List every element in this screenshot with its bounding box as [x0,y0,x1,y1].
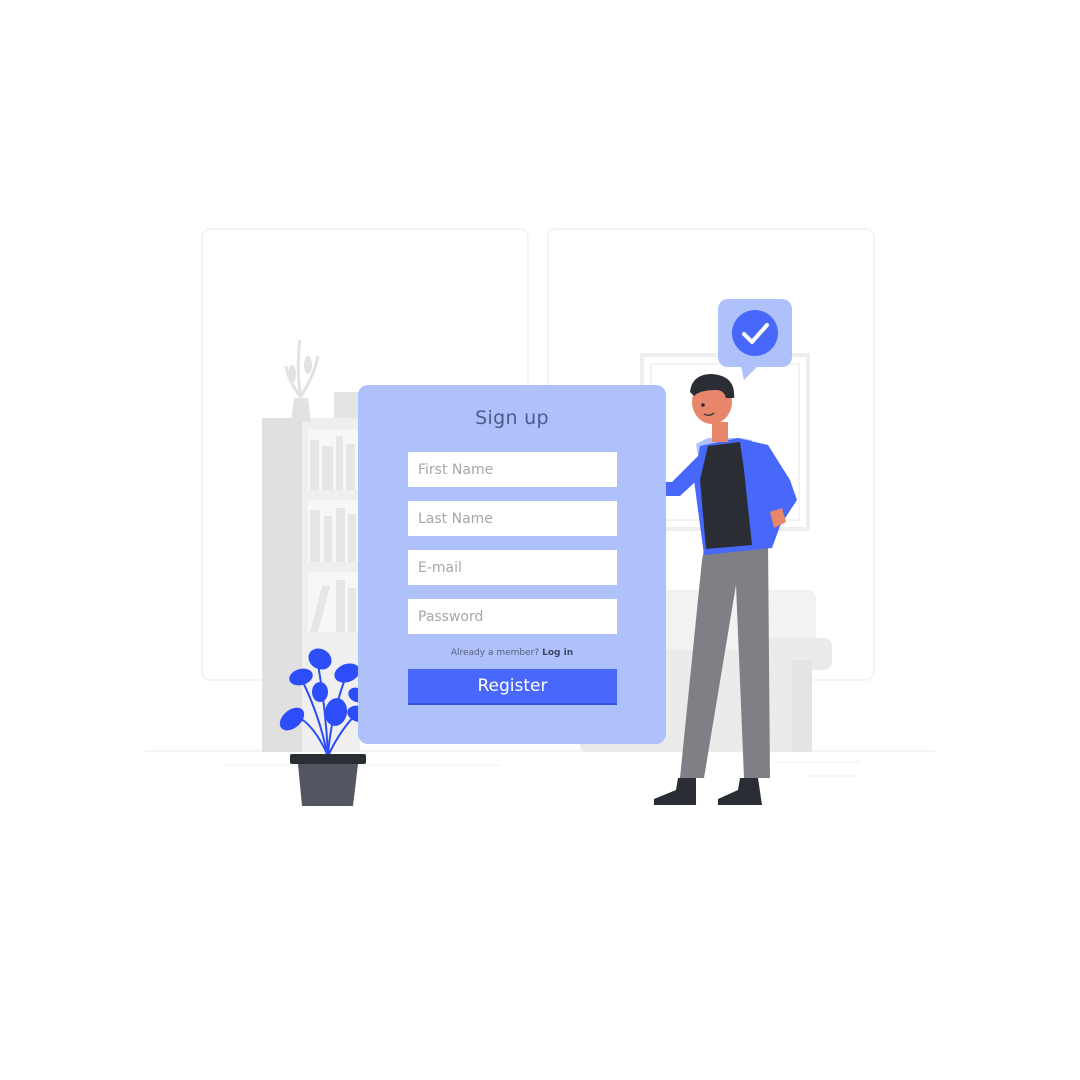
last-name-input[interactable] [408,501,617,536]
speech-bubble [718,299,792,380]
signup-card: Sign up Already a member?Log in Register [358,385,666,744]
check-circle-icon [732,310,778,356]
member-prompt-text: Already a member? [450,648,540,658]
email-input[interactable] [408,550,617,585]
member-prompt: Already a member? Log in [358,648,666,658]
password-input[interactable] [408,599,617,634]
login-link[interactable]: Log in [542,648,573,658]
register-button[interactable]: Register [408,669,617,705]
vase-icon [284,339,320,422]
first-name-input[interactable] [408,452,617,487]
signup-title: Sign up [475,407,549,429]
